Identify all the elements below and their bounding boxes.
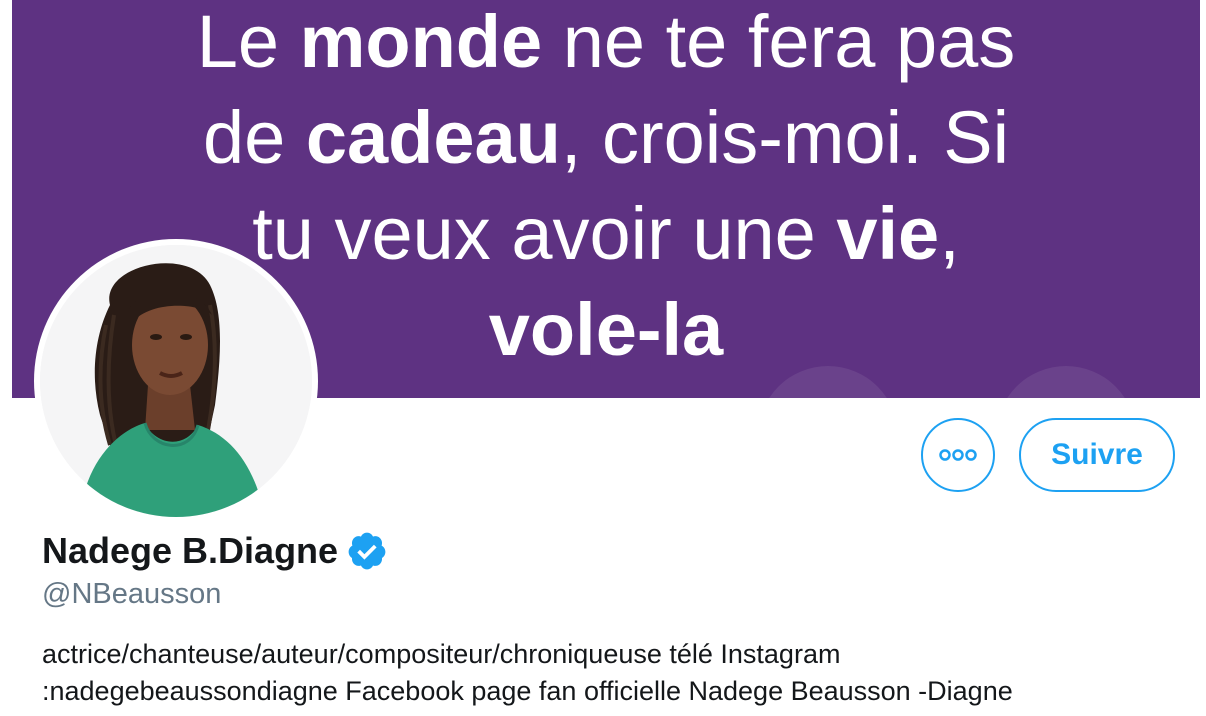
page-gutter-left [0,0,12,716]
banner-quote-text: tu veux avoir une [252,192,837,275]
bio-line: actrice/chanteuse/auteur/compositeur/chr… [42,639,841,669]
banner-quote-text: , [939,192,960,275]
banner-quote-text: Le [196,0,300,83]
banner-quote-text: , crois-moi. Si [560,96,1010,179]
profile-name-row: Nadege B.Diagne [42,530,388,572]
avatar[interactable] [40,245,312,517]
more-horizontal-icon [939,449,977,461]
bio-line: :nadegebeaussondiagne Facebook page fan … [42,676,1013,706]
banner-quote-emphasis: monde [299,0,543,83]
banner-quote-text: ne te fera pas [542,0,1016,83]
banner-quote-emphasis: vole-la [488,288,724,371]
follow-button[interactable]: Suivre [1019,418,1175,492]
profile-name: Nadege B.Diagne [42,530,339,571]
banner-quote-emphasis: cadeau [305,96,561,179]
profile-handle: @NBeausson [42,578,222,610]
banner-quote-line: de cadeau, crois-moi. Si [12,90,1200,186]
page-gutter-right [1200,0,1206,716]
banner-quote-text: de [202,96,306,179]
profile-bio: actrice/chanteuse/auteur/compositeur/chr… [42,636,1192,710]
banner-quote-line: Le monde ne te fera pas [12,0,1200,90]
banner-quote-emphasis: vie [836,192,940,275]
avatar-image [40,245,312,517]
verified-badge-icon [348,532,386,570]
more-button[interactable] [921,418,995,492]
avatar-frame[interactable] [34,239,318,523]
